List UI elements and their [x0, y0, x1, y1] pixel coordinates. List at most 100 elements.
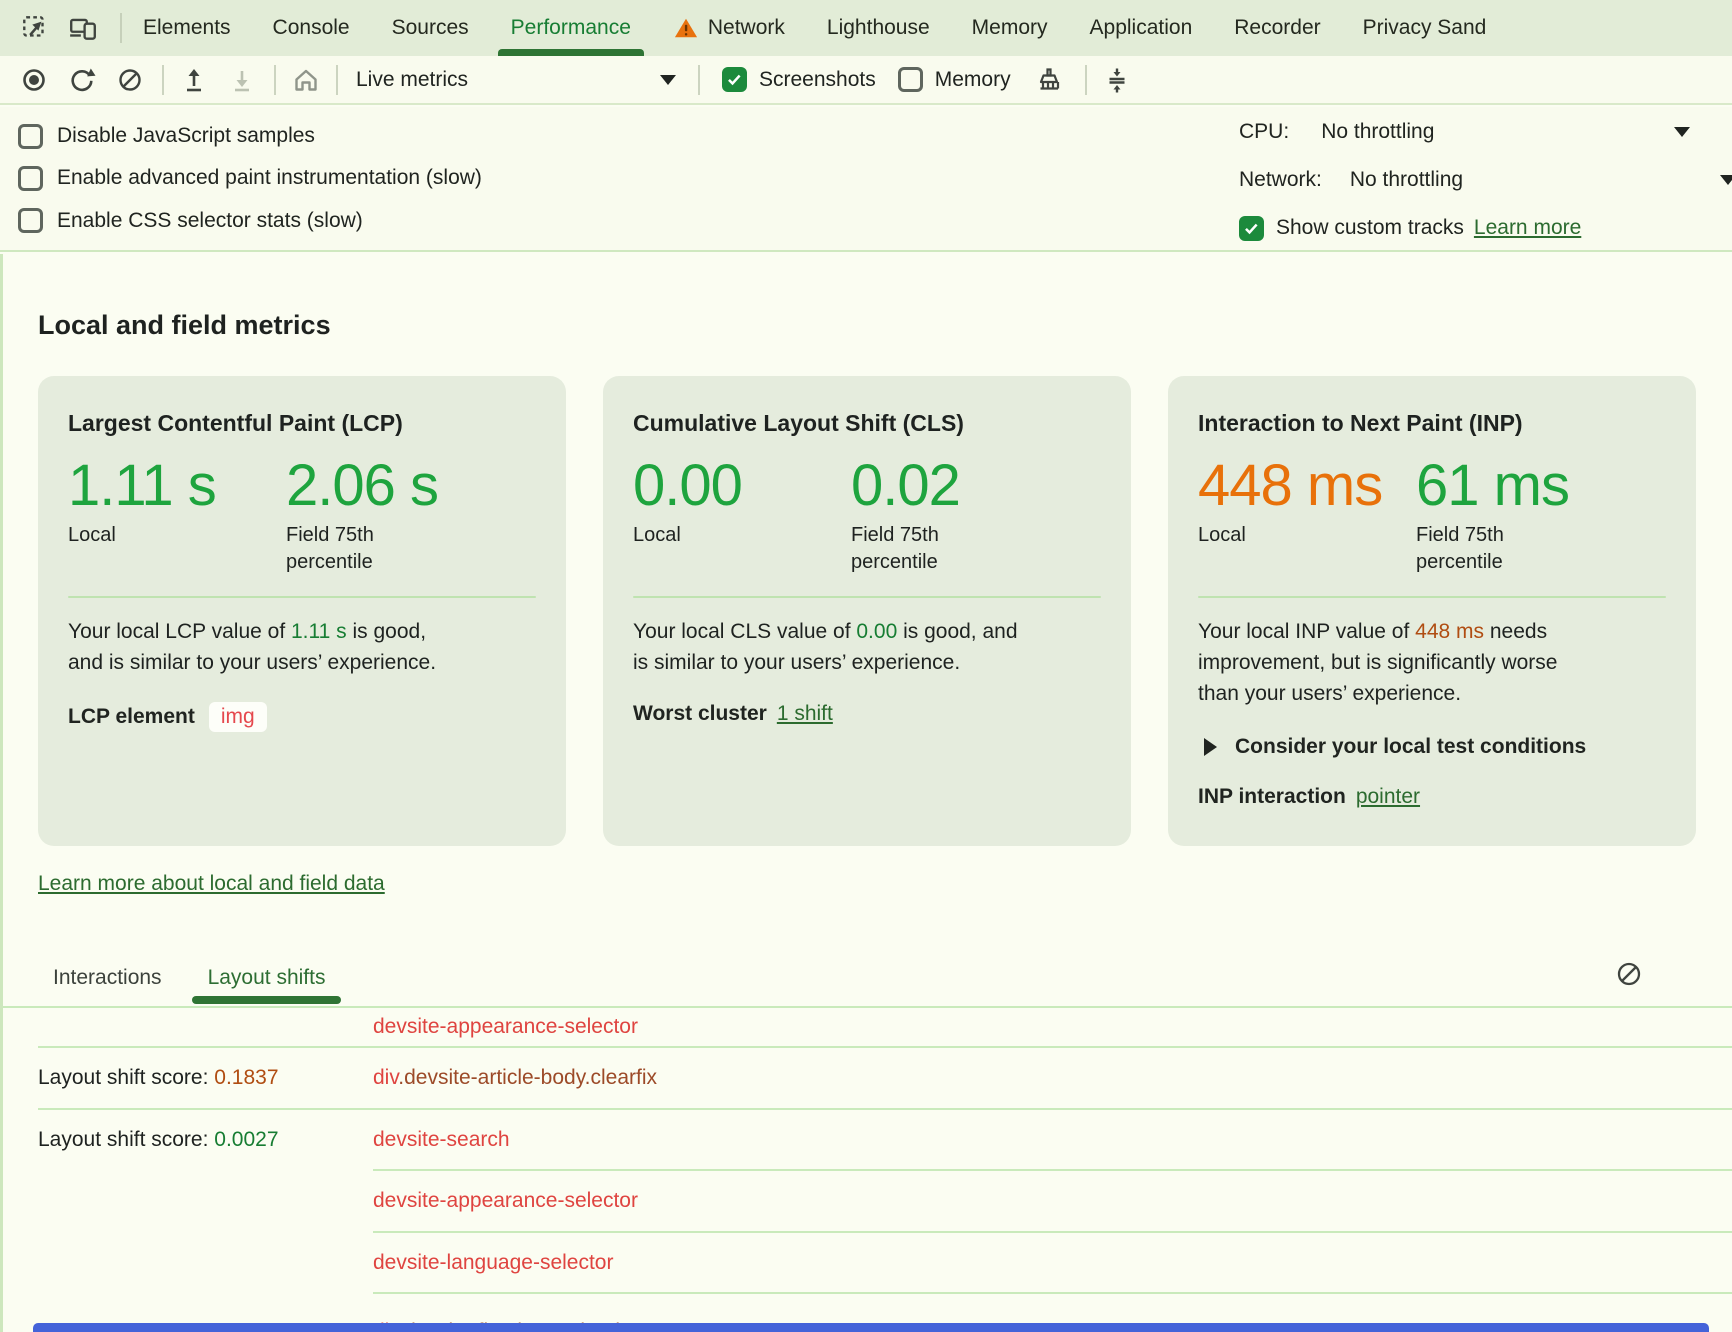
save-profile-icon[interactable]	[228, 66, 256, 94]
device-toolbar-icon[interactable]	[68, 13, 98, 43]
clear-button[interactable]	[116, 66, 144, 94]
card-divider	[633, 596, 1101, 598]
logs-tabbar: Interactions Layout shifts	[37, 954, 341, 1002]
inp-card: Interaction to Next Paint (INP) 448 ms L…	[1168, 376, 1696, 846]
record-button[interactable]	[20, 66, 48, 94]
tab-application[interactable]: Application	[1069, 0, 1214, 56]
lcp-desc-value: 1.11 s	[291, 620, 347, 643]
tab-console[interactable]: Console	[252, 0, 371, 56]
lcp-field-value: 2.06 s	[286, 456, 438, 516]
shift-element-link[interactable]: devsite-search	[373, 1128, 510, 1152]
tab-performance[interactable]: Performance	[490, 0, 652, 56]
learn-more-field-data-link[interactable]: Learn more about local and field data	[38, 872, 385, 896]
cpu-throttling-select[interactable]: CPU: No throttling	[1239, 115, 1732, 149]
check-icon	[725, 70, 744, 89]
score-value: 0.0027	[214, 1128, 278, 1151]
score-label: Layout shift score:	[38, 1128, 208, 1151]
show-custom-tracks-checkbox[interactable]	[1239, 216, 1264, 241]
learn-more-link[interactable]: Learn more	[1474, 216, 1581, 240]
lcp-values: 1.11 s Local 2.06 s Field 75th percentil…	[68, 456, 536, 576]
memory-checkbox[interactable]	[898, 67, 923, 92]
lcp-local-column: 1.11 s Local	[68, 456, 286, 576]
setting-row: Disable JavaScript samples	[18, 124, 482, 149]
check-icon	[1242, 219, 1261, 238]
cls-local-label: Local	[633, 522, 851, 549]
score-label: Layout shift score:	[38, 1066, 208, 1089]
screenshots-checkbox[interactable]	[722, 67, 747, 92]
collect-garbage-icon[interactable]	[1035, 66, 1063, 94]
tab-interactions[interactable]: Interactions	[37, 954, 178, 1002]
lcp-footer: LCP element img	[68, 702, 536, 732]
layout-shift-row[interactable]: Layout shift score: 0.1837 div.devsite-a…	[3, 1048, 1732, 1108]
card-divider	[68, 596, 536, 598]
lcp-element-pill[interactable]: img	[209, 702, 267, 732]
toolbar-separator	[698, 65, 700, 95]
shift-element-link[interactable]: devsite-appearance-selector	[373, 1015, 638, 1039]
tab-layout-shifts[interactable]: Layout shifts	[192, 954, 342, 1002]
screenshots-label: Screenshots	[759, 68, 876, 92]
shift-element-link[interactable]: div.devsite-article-body.clearfix	[373, 1066, 657, 1090]
lcp-card: Largest Contentful Paint (LCP) 1.11 s Lo…	[38, 376, 566, 846]
cls-card: Cumulative Layout Shift (CLS) 0.00 Local…	[603, 376, 1131, 846]
network-throttling-select[interactable]: Network: No throttling	[1239, 163, 1732, 197]
lcp-local-value: 1.11 s	[68, 456, 286, 516]
page-title: Local and field metrics	[38, 310, 331, 341]
worst-cluster-label: Worst cluster	[633, 702, 767, 726]
clear-log-icon[interactable]	[1615, 960, 1643, 988]
css-selector-stats-label: Enable CSS selector stats (slow)	[57, 209, 363, 233]
tab-privacy-sandbox[interactable]: Privacy Sand	[1342, 0, 1508, 56]
cls-field-column: 0.02 Field 75th percentile	[851, 456, 960, 576]
cls-description: Your local CLS value of 0.00 is good, an…	[633, 616, 1101, 678]
inp-field-column: 61 ms Field 75th percentile	[1416, 456, 1569, 576]
advanced-paint-checkbox[interactable]	[18, 166, 43, 191]
inp-interaction-label: INP interaction	[1198, 785, 1346, 809]
disable-js-samples-checkbox[interactable]	[18, 124, 43, 149]
inp-interaction-link[interactable]: pointer	[1356, 785, 1420, 809]
layout-shift-row[interactable]: devsite-language-selector	[3, 1233, 1732, 1292]
tab-network[interactable]: Network	[652, 0, 806, 56]
home-icon[interactable]	[292, 66, 320, 94]
setting-row: Enable advanced paint instrumentation (s…	[18, 166, 482, 191]
inp-local-label: Local	[1198, 522, 1416, 549]
reload-record-button[interactable]	[68, 66, 96, 94]
layout-shift-row[interactable]: devsite-appearance-selector	[3, 1171, 1732, 1231]
shift-element-link[interactable]: devsite-appearance-selector	[373, 1189, 638, 1213]
toolbar-separator	[336, 65, 338, 95]
lcp-card-title: Largest Contentful Paint (LCP)	[68, 408, 536, 438]
network-value: No throttling	[1350, 168, 1463, 192]
inspect-element-icon[interactable]	[20, 13, 50, 43]
cls-field-label: Field 75th percentile	[851, 522, 960, 576]
memory-label: Memory	[935, 68, 1011, 92]
worst-cluster-link[interactable]: 1 shift	[777, 702, 833, 726]
css-selector-stats-checkbox[interactable]	[18, 208, 43, 233]
load-profile-icon[interactable]	[180, 66, 208, 94]
horizontal-scrollbar-thumb[interactable]	[33, 1323, 1709, 1332]
cls-card-title: Cumulative Layout Shift (CLS)	[633, 408, 1101, 438]
tab-recorder[interactable]: Recorder	[1213, 0, 1341, 56]
inp-field-value: 61 ms	[1416, 456, 1569, 516]
disable-js-samples-label: Disable JavaScript samples	[57, 124, 315, 148]
performance-toolbar: Live metrics Screenshots Memory	[0, 56, 1732, 105]
tab-lighthouse[interactable]: Lighthouse	[806, 0, 951, 56]
shift-element-link[interactable]: devsite-language-selector	[373, 1251, 613, 1275]
cls-footer: Worst cluster 1 shift	[633, 702, 1101, 726]
panel-view-select[interactable]: Live metrics	[356, 68, 676, 92]
cpu-label: CPU:	[1239, 120, 1289, 144]
layout-shift-row[interactable]: Layout shift score: 0.0027 devsite-searc…	[3, 1110, 1732, 1169]
tab-memory[interactable]: Memory	[951, 0, 1069, 56]
inp-description: Your local INP value of 448 ms needs imp…	[1198, 616, 1666, 709]
tab-elements[interactable]: Elements	[122, 0, 252, 56]
inp-local-column: 448 ms Local	[1198, 456, 1416, 576]
local-test-conditions-disclosure[interactable]: Consider your local test conditions	[1198, 735, 1666, 759]
throttling-settings: CPU: No throttling Network: No throttlin…	[1239, 107, 1732, 250]
card-divider	[1198, 596, 1666, 598]
layout-shift-row[interactable]: devsite-appearance-selector	[3, 1008, 1732, 1046]
advanced-paint-label: Enable advanced paint instrumentation (s…	[57, 166, 482, 190]
lcp-field-label: Field 75th percentile	[286, 522, 438, 576]
tab-sources[interactable]: Sources	[371, 0, 490, 56]
inp-footer: INP interaction pointer	[1198, 785, 1666, 809]
chevron-down-icon	[1720, 175, 1732, 185]
collapse-panel-icon[interactable]	[1103, 66, 1131, 94]
cls-field-value: 0.02	[851, 456, 960, 516]
inp-card-title: Interaction to Next Paint (INP)	[1198, 408, 1666, 438]
